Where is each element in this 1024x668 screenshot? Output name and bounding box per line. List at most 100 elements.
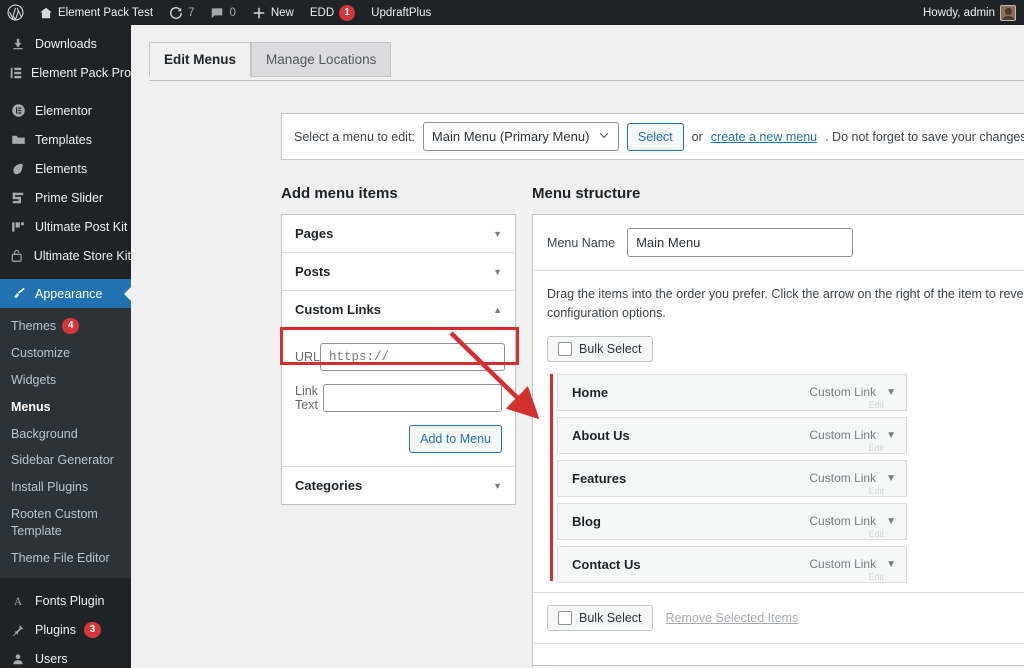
- sidebar-separator: [0, 87, 131, 96]
- submenu-item-label: Customize: [11, 345, 71, 360]
- create-new-menu-link[interactable]: create a new menu: [711, 130, 817, 144]
- menu-structure-column: Menu structure Menu Name Drag the items …: [532, 185, 1024, 668]
- my-account-button[interactable]: Howdy, admin: [915, 0, 1024, 25]
- drag-hint-text: Drag the items into the order you prefer…: [547, 287, 1024, 320]
- submenu-item-widgets[interactable]: Widgets: [0, 367, 131, 394]
- chevron-down-icon[interactable]: ▼: [886, 387, 896, 398]
- link-text-input[interactable]: [323, 384, 502, 412]
- submenu-item-sidebar-generator[interactable]: Sidebar Generator: [0, 447, 131, 474]
- admin-bar: Element Pack Test 7 0 New EDD 1 UpdraftP…: [0, 0, 1024, 25]
- menu-item-row[interactable]: About Us Custom Link ▼ Edit: [557, 416, 907, 454]
- add-to-menu-button[interactable]: Add to Menu: [409, 425, 502, 453]
- sidebar-item-ultimate-store-kit[interactable]: Ultimate Store Kit: [0, 241, 131, 270]
- submenu-item-customize[interactable]: Customize: [0, 340, 131, 367]
- menu-item-edit-label[interactable]: Edit: [868, 400, 884, 410]
- chevron-down-icon[interactable]: ▼: [886, 473, 896, 484]
- menu-item-edit-label[interactable]: Edit: [868, 529, 884, 539]
- select-button[interactable]: Select: [626, 122, 684, 151]
- sidebar-item-elements[interactable]: Elements: [0, 154, 131, 183]
- sidebar-item-ultimate-post-kit[interactable]: Ultimate Post Kit: [0, 212, 131, 241]
- updraftplus-label: UpdraftPlus: [371, 6, 432, 19]
- submenu-item-background[interactable]: Background: [0, 421, 131, 448]
- updates-icon: [169, 6, 183, 20]
- edd-button[interactable]: EDD 1: [302, 0, 363, 25]
- submenu-item-label: Themes: [11, 319, 57, 333]
- tab-label: Edit Menus: [164, 52, 237, 67]
- accordion-posts[interactable]: Posts ▼: [282, 253, 515, 291]
- sidebar-item-label: Element Pack Pro: [31, 65, 131, 80]
- sidebar-item-elementor[interactable]: Elementor: [0, 96, 131, 125]
- sidebar-item-label: Templates: [35, 132, 92, 147]
- menu-item-edit-label[interactable]: Edit: [868, 443, 884, 453]
- tab-manage-locations[interactable]: Manage Locations: [251, 42, 392, 77]
- url-input[interactable]: [320, 343, 506, 371]
- accordion-categories[interactable]: Categories ▼: [282, 467, 515, 504]
- submenu-item-menus[interactable]: Menus: [0, 394, 131, 421]
- menu-select-dropdown[interactable]: Main Menu (Primary Menu): [422, 122, 619, 151]
- updraftplus-button[interactable]: UpdraftPlus: [363, 0, 439, 25]
- wordpress-admin-screen: Element Pack Test 7 0 New EDD 1 UpdraftP…: [0, 0, 1024, 668]
- sidebar-item-downloads[interactable]: Downloads: [0, 29, 131, 58]
- tab-edit-menus[interactable]: Edit Menus: [149, 42, 252, 77]
- menu-item-edit-label[interactable]: Edit: [868, 486, 884, 496]
- submenu-item-label: Install Plugins: [11, 480, 89, 495]
- updates-button[interactable]: 7: [161, 0, 202, 25]
- tabs-underline: [149, 80, 1024, 81]
- site-name-button[interactable]: Element Pack Test: [31, 0, 161, 25]
- menu-name-label: Menu Name: [547, 235, 616, 250]
- accordion-custom-links[interactable]: Custom Links ▲: [282, 291, 515, 329]
- site-name-label: Element Pack Test: [58, 6, 154, 19]
- menu-item-row[interactable]: Blog Custom Link ▼ Edit: [557, 502, 907, 540]
- sidebar-separator: [0, 578, 131, 587]
- menu-items-highlight-annotation: [550, 373, 553, 581]
- submenu-item-rooten-custom-template[interactable]: Rooten Custom Template: [0, 501, 131, 545]
- url-label: URL: [295, 350, 321, 364]
- menu-item-row[interactable]: Contact Us Custom Link ▼ Edit: [557, 545, 907, 583]
- sidebar-item-label: Elementor: [35, 103, 92, 118]
- comments-button[interactable]: 0: [202, 0, 243, 25]
- menu-name-input[interactable]: [627, 228, 854, 257]
- bulk-select-bottom-button[interactable]: Bulk Select: [547, 604, 653, 631]
- edd-label: EDD: [309, 6, 335, 19]
- sidebar-item-element-pack-pro[interactable]: Element Pack Pro: [0, 58, 131, 87]
- sidebar-item-prime-slider[interactable]: Prime Slider: [0, 183, 131, 212]
- chevron-down-icon[interactable]: ▼: [886, 430, 896, 441]
- menu-structure-title: Menu structure: [532, 185, 641, 202]
- sidebar-item-users[interactable]: Users: [0, 645, 131, 668]
- accordion-pages[interactable]: Pages ▼: [282, 215, 515, 253]
- sidebar-item-fonts-plugin[interactable]: A Fonts Plugin: [0, 587, 131, 616]
- menu-item-type: Custom Link: [809, 428, 877, 442]
- bulk-select-top-button[interactable]: Bulk Select: [547, 335, 653, 362]
- menu-item-row[interactable]: Features Custom Link ▼ Edit: [557, 459, 907, 497]
- add-menu-items-column: Add menu items Pages ▼ Posts ▼ Custom Li…: [280, 185, 519, 505]
- chevron-down-icon[interactable]: ▼: [886, 516, 896, 527]
- bulk-select-label: Bulk Select: [579, 610, 642, 625]
- save-changes-note: . Do not forget to save your changes!: [825, 129, 1024, 144]
- chevron-down-icon[interactable]: ▼: [886, 559, 896, 570]
- submenu-item-themes[interactable]: Themes 4: [0, 313, 131, 340]
- sidebar-item-appearance[interactable]: Appearance: [0, 279, 131, 308]
- users-icon: [9, 652, 27, 666]
- sidebar-item-templates[interactable]: Templates: [0, 125, 131, 154]
- menu-items-list: Home Custom Link ▼ Edit About Us Custom …: [547, 373, 1024, 583]
- accordion-label: Custom Links: [295, 302, 381, 317]
- chevron-down-icon: ▼: [493, 228, 502, 239]
- menu-item-edit-label[interactable]: Edit: [868, 572, 884, 582]
- brush-icon: [9, 286, 27, 301]
- link-text-field-row: Link Text: [295, 384, 502, 412]
- menu-item-row[interactable]: Home Custom Link ▼ Edit: [557, 373, 907, 411]
- submenu-item-theme-file-editor[interactable]: Theme File Editor: [0, 545, 131, 572]
- menu-name-row: Menu Name: [533, 215, 1024, 271]
- wordpress-logo-button[interactable]: [0, 0, 31, 25]
- menu-item-title: Blog: [572, 513, 601, 529]
- edd-badge: 1: [339, 4, 356, 21]
- sidebar-item-plugins[interactable]: Plugins 3: [0, 616, 131, 645]
- bulk-select-checkbox[interactable]: [558, 610, 572, 625]
- bulk-select-checkbox[interactable]: [558, 341, 572, 356]
- new-content-button[interactable]: New: [244, 0, 302, 25]
- remove-selected-items-link[interactable]: Remove Selected Items: [666, 611, 799, 625]
- submenu-item-install-plugins[interactable]: Install Plugins: [0, 474, 131, 501]
- add-menu-items-title: Add menu items: [281, 185, 398, 202]
- elementor-icon: [9, 103, 27, 118]
- folder-icon: [9, 132, 27, 147]
